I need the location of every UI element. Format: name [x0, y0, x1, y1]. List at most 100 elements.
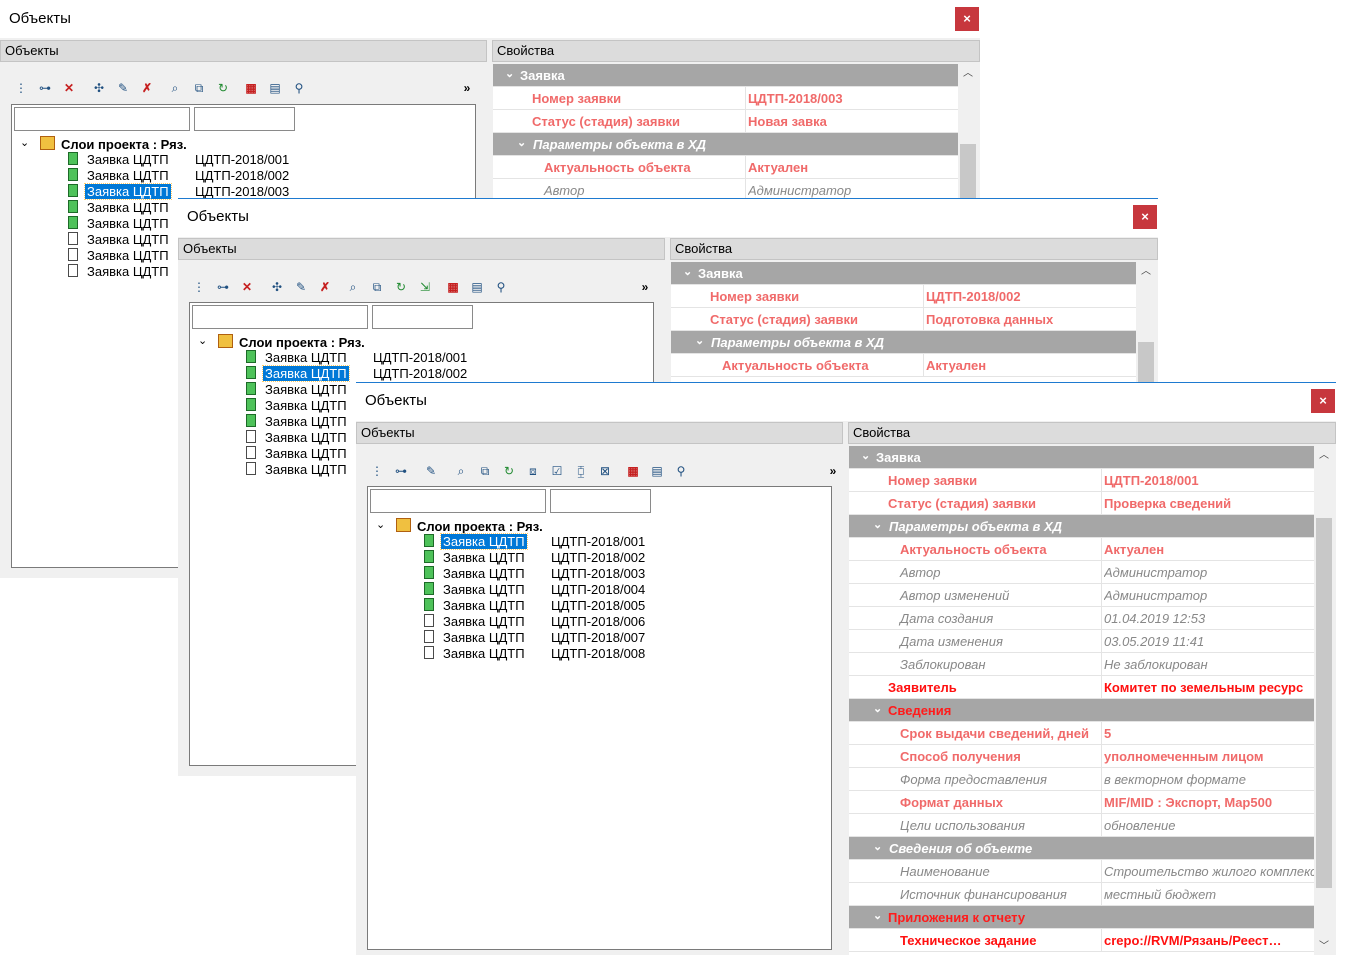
property-group[interactable]: ⌄ Заявка	[849, 446, 1314, 469]
property-row[interactable]: Автор изменений Администратор	[849, 584, 1314, 607]
close-button[interactable]: ×	[1133, 205, 1157, 229]
delete-icon[interactable]: ✕	[238, 278, 256, 296]
table-icon[interactable]: ▤	[266, 79, 284, 97]
property-row[interactable]: Цели использования обновление	[849, 814, 1314, 837]
property-group[interactable]: ⌄ Заявка	[493, 64, 958, 87]
more-button[interactable]: »	[824, 462, 842, 480]
property-row[interactable]: Техническое задание crepo://RVM/Рязань/Ре…	[849, 929, 1314, 952]
compare-icon[interactable]: ⧮	[572, 462, 590, 480]
properties-scrollbar[interactable]: ︿	[1136, 262, 1156, 382]
find-object-icon[interactable]: ⌕	[452, 462, 470, 480]
property-row[interactable]: Актуальность объекта Актуален	[849, 538, 1314, 561]
property-group[interactable]: ⌄ Заявка	[671, 262, 1136, 285]
tree-item-name[interactable]: Заявка ЦДТП	[441, 646, 527, 661]
tree-item-name[interactable]: Заявка ЦДТП	[85, 232, 171, 247]
property-row[interactable]: Актуальность объекта Актуален	[493, 156, 958, 179]
more-button[interactable]: »	[636, 278, 654, 296]
property-group[interactable]: ⌄ Сведения	[849, 699, 1314, 722]
attach-icon[interactable]: ⧈	[524, 462, 542, 480]
collapse-chevron-icon[interactable]: ⌄	[376, 518, 385, 531]
binoculars-icon[interactable]: ⚲	[290, 79, 308, 97]
scroll-up-icon[interactable]: ︿	[1136, 264, 1156, 280]
property-row[interactable]: Статус (стадия) заявки Проверка сведений	[849, 492, 1314, 515]
scroll-up-icon[interactable]: ︿	[958, 66, 978, 82]
property-row[interactable]: Заблокирован Не заблокирован	[849, 653, 1314, 676]
table-icon[interactable]: ▤	[468, 278, 486, 296]
tree-item-name-selected[interactable]: Заявка ЦДТП	[440, 533, 528, 550]
property-row[interactable]: Срок выдачи сведений, дней 5	[849, 722, 1314, 745]
tree-item-name[interactable]: Заявка ЦДТП	[441, 582, 527, 597]
tree-item-name[interactable]: Заявка ЦДТП	[85, 152, 171, 167]
close-button[interactable]: ×	[1311, 389, 1335, 413]
tree-item-name[interactable]: Заявка ЦДТП	[85, 168, 171, 183]
name-filter-input[interactable]	[14, 107, 190, 131]
collapse-chevron-icon[interactable]: ⌄	[873, 702, 882, 715]
tree-item-name[interactable]: Заявка ЦДТП	[441, 630, 527, 645]
tree-item-name[interactable]: Заявка ЦДТП	[85, 264, 171, 279]
property-row[interactable]: Актуальность объекта Актуален	[671, 354, 1136, 377]
refresh-icon[interactable]: ↻	[392, 278, 410, 296]
remove-object-icon[interactable]: ✗	[138, 79, 156, 97]
value-filter-input[interactable]	[194, 107, 295, 131]
collapse-chevron-icon[interactable]: ⌄	[505, 67, 514, 80]
tree-item-name[interactable]: Заявка ЦДТП	[441, 550, 527, 565]
tree-root[interactable]: Слои проекта : Ряз.	[40, 136, 187, 152]
binoculars-icon[interactable]: ⚲	[492, 278, 510, 296]
tree-node-icon[interactable]: ⊶	[36, 79, 54, 97]
collapse-chevron-icon[interactable]: ⌄	[683, 265, 692, 278]
remove-object-icon[interactable]: ✗	[316, 278, 334, 296]
value-filter-input[interactable]	[550, 489, 651, 513]
add-object-icon[interactable]: ✣	[268, 278, 286, 296]
name-filter-input[interactable]	[370, 489, 546, 513]
property-group[interactable]: ⌄ Параметры объекта в ХД	[671, 331, 1136, 354]
tree-node-icon[interactable]: ⊶	[214, 278, 232, 296]
edit-object-icon[interactable]: ✎	[422, 462, 440, 480]
property-row[interactable]: Номер заявки ЦДТП-2018/001	[849, 469, 1314, 492]
tree-item-name[interactable]: Заявка ЦДТП	[263, 414, 349, 429]
properties-grid[interactable]: ⌄ Заявка Номер заявки ЦДТП-2018/002 Статус…	[671, 262, 1136, 382]
property-row[interactable]: Наименование Строительство жилого комплек…	[849, 860, 1324, 883]
tree-root[interactable]: Слои проекта : Ряз.	[396, 518, 543, 534]
tree-item-name[interactable]: Заявка ЦДТП	[441, 614, 527, 629]
property-group[interactable]: ⌄ Параметры объекта в ХД	[493, 133, 958, 156]
property-group[interactable]: ⌄ Параметры объекта в ХД	[849, 515, 1314, 538]
property-row[interactable]: Форма предоставления в векторном формате	[849, 768, 1314, 791]
collapse-chevron-icon[interactable]: ⌄	[873, 518, 882, 531]
tree-expand-icon[interactable]: ⋮	[190, 278, 208, 296]
scrollbar-thumb[interactable]	[960, 144, 976, 200]
tree-item-name-selected[interactable]: Заявка ЦДТП	[262, 365, 350, 382]
property-row[interactable]: Дата изменения 03.05.2019 11:41	[849, 630, 1314, 653]
more-button[interactable]: »	[458, 79, 476, 97]
copy-icon[interactable]: ⧉	[190, 79, 208, 97]
tree-item-name[interactable]: Заявка ЦДТП	[85, 248, 171, 263]
scrollbar-thumb[interactable]	[1138, 342, 1154, 382]
close-button[interactable]: ×	[955, 7, 979, 31]
objects-tree[interactable]: ⌄ Слои проекта : Ряз. Заявка ЦДТП ЦДТП-2…	[367, 486, 832, 950]
property-row[interactable]: Дата создания 01.04.2019 12:53	[849, 607, 1314, 630]
property-row[interactable]: Статус (стадия) заявки Новая завка	[493, 110, 958, 133]
tree-expand-icon[interactable]: ⋮	[12, 79, 30, 97]
refresh-icon[interactable]: ↻	[214, 79, 232, 97]
copy-icon[interactable]: ⧉	[476, 462, 494, 480]
property-row[interactable]: Статус (стадия) заявки Подготовка данных	[671, 308, 1136, 331]
tree-item-name[interactable]: Заявка ЦДТП	[263, 446, 349, 461]
tree-item-name[interactable]: Заявка ЦДТП	[441, 598, 527, 613]
tree-expand-icon[interactable]: ⋮	[368, 462, 386, 480]
properties-scrollbar[interactable]: ︿	[958, 64, 978, 200]
tree-item-name[interactable]: Заявка ЦДТП	[263, 462, 349, 477]
scrollbar-thumb[interactable]	[1316, 518, 1332, 888]
property-row[interactable]: Автор Администратор	[849, 561, 1314, 584]
properties-scrollbar[interactable]: ︿ ﹀	[1314, 446, 1334, 955]
check-object-icon[interactable]: ⊠	[596, 462, 614, 480]
tree-item-name[interactable]: Заявка ЦДТП	[85, 216, 171, 231]
value-filter-input[interactable]	[372, 305, 473, 329]
find-object-icon[interactable]: ⌕	[344, 278, 362, 296]
edit-object-icon[interactable]: ✎	[292, 278, 310, 296]
property-row[interactable]: Заявитель Комитет по земельным ресурс	[849, 676, 1314, 699]
tree-item-name[interactable]: Заявка ЦДТП	[263, 430, 349, 445]
property-group[interactable]: ⌄ Приложения к отчету	[849, 906, 1314, 929]
tree-item-name[interactable]: Заявка ЦДТП	[85, 200, 171, 215]
tree-item-name[interactable]: Заявка ЦДТП	[263, 398, 349, 413]
collapse-chevron-icon[interactable]: ⌄	[20, 136, 29, 149]
property-row[interactable]: Номер заявки ЦДТП-2018/003	[493, 87, 958, 110]
